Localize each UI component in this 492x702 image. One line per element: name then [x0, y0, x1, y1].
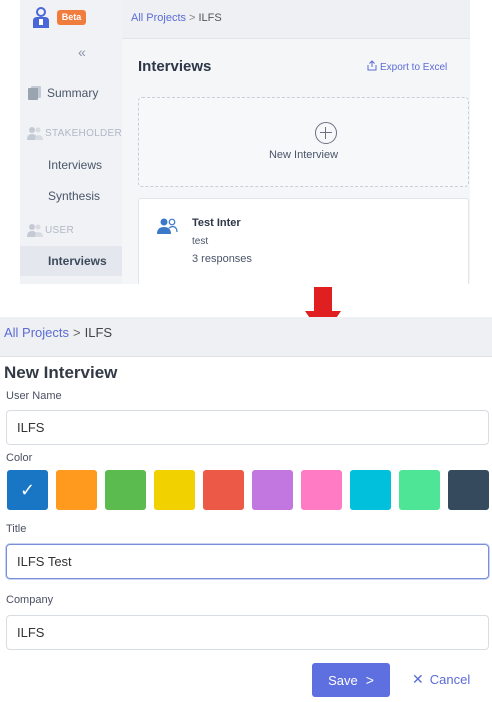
- chevron-right-icon: >: [365, 672, 374, 688]
- form-header: All Projects > ILFS: [0, 317, 492, 357]
- breadcrumb: All Projects > ILFS: [131, 12, 222, 24]
- group-icon: [157, 218, 178, 234]
- sidebar-section-label: STAKEHOLDER: [45, 128, 123, 139]
- cancel-label: Cancel: [429, 672, 471, 687]
- document-icon: [28, 86, 41, 100]
- group-icon: [27, 127, 43, 140]
- group-icon: [27, 224, 43, 237]
- color-swatches: ✓: [7, 470, 492, 510]
- close-icon: ✕: [412, 671, 424, 687]
- interview-card-title: Test Inter: [192, 217, 241, 229]
- user-name-input[interactable]: [6, 410, 489, 445]
- color-swatch-pink[interactable]: [301, 470, 342, 510]
- breadcrumb-current: ILFS: [198, 12, 222, 24]
- breadcrumb: All Projects > ILFS: [4, 325, 112, 340]
- color-swatch-cyan[interactable]: [350, 470, 391, 510]
- sidebar-item-synthesis[interactable]: Synthesis: [20, 181, 122, 211]
- save-label: Save: [328, 673, 358, 688]
- chevron-right-icon: >: [73, 325, 81, 340]
- sidebar-section-label: USER: [45, 225, 74, 236]
- sidebar-section-user: USER: [20, 215, 122, 245]
- title-label: Title: [6, 523, 27, 535]
- export-to-excel-link[interactable]: Export to Excel: [367, 60, 447, 73]
- chevron-right-icon: >: [189, 12, 196, 24]
- new-interview-form: All Projects > ILFS New Interview User Nam…: [0, 317, 492, 702]
- color-swatch-purple[interactable]: [252, 470, 293, 510]
- sidebar-item-label: Interviews: [48, 254, 107, 268]
- breadcrumb-all-projects[interactable]: All Projects: [131, 12, 186, 24]
- plus-circle-icon: [315, 122, 337, 144]
- color-swatch-yellow[interactable]: [154, 470, 195, 510]
- breadcrumb-all-projects[interactable]: All Projects: [4, 325, 69, 340]
- sidebar-item-label: Summary: [47, 86, 99, 100]
- color-swatch-blue[interactable]: ✓: [7, 470, 48, 510]
- save-button[interactable]: Save >: [312, 663, 390, 697]
- collapse-sidebar-icon[interactable]: «: [78, 44, 86, 60]
- color-swatch-green[interactable]: [105, 470, 146, 510]
- page-title: Interviews: [138, 58, 212, 75]
- color-swatch-orange[interactable]: [56, 470, 97, 510]
- logo-row: Beta: [20, 0, 122, 38]
- color-swatch-red[interactable]: [203, 470, 244, 510]
- user-name-label: User Name: [6, 390, 62, 402]
- new-interview-tile[interactable]: New Interview: [138, 97, 469, 187]
- main-panel: All Projects > ILFS Interviews Export to E…: [122, 0, 470, 284]
- export-icon: [367, 60, 377, 71]
- sidebar-item-user-interviews[interactable]: Interviews: [20, 246, 122, 276]
- interview-card-responses: 3 responses: [192, 253, 252, 265]
- export-label: Export to Excel: [380, 62, 448, 73]
- beta-badge: Beta: [57, 10, 86, 25]
- company-input[interactable]: [6, 615, 489, 650]
- sidebar-item-stakeholder-interviews[interactable]: Interviews: [20, 150, 122, 180]
- interviews-screenshot: Beta « Summary STAKEHOLDER Interviews Sy…: [20, 0, 470, 284]
- sidebar: Beta « Summary STAKEHOLDER Interviews Sy…: [20, 0, 122, 284]
- interview-card-subtitle: test: [192, 236, 209, 247]
- interview-card[interactable]: Test Inter test 3 responses: [138, 198, 469, 284]
- breadcrumb-current: ILFS: [84, 325, 113, 340]
- checkmark-icon: ✓: [19, 480, 36, 500]
- user-logo-icon: [33, 7, 49, 28]
- title-input[interactable]: [6, 544, 489, 579]
- company-label: Company: [6, 594, 54, 606]
- main-header: All Projects > ILFS: [122, 0, 470, 39]
- sidebar-item-label: Synthesis: [48, 189, 101, 203]
- sidebar-item-label: Interviews: [48, 158, 103, 172]
- sidebar-item-summary[interactable]: Summary: [20, 78, 122, 108]
- new-interview-label: New Interview: [268, 149, 339, 161]
- form-title: New Interview: [4, 363, 118, 382]
- color-swatch-mint[interactable]: [399, 470, 440, 510]
- color-label: Color: [6, 452, 33, 464]
- sidebar-section-stakeholder: STAKEHOLDER: [20, 118, 122, 148]
- color-swatch-slate[interactable]: [448, 470, 489, 510]
- cancel-button[interactable]: ✕ Cancel: [412, 671, 470, 688]
